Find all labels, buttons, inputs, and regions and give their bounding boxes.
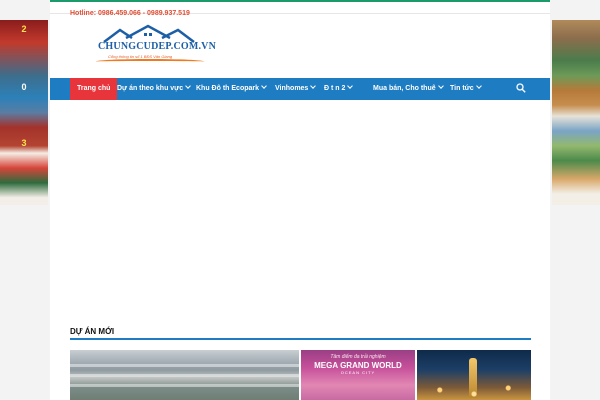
logo-swoosh xyxy=(96,59,204,64)
right-side-banner[interactable] xyxy=(552,20,600,205)
building-row xyxy=(70,364,299,367)
page: 2 0 3 Hotline: 0986.459.066 - 0989.937.5… xyxy=(0,0,600,400)
building-row xyxy=(70,384,299,387)
building-row xyxy=(70,374,299,377)
nav-item-ecopark[interactable]: Khu Đô th Ecopark xyxy=(196,78,267,100)
thumbnail-title: MEGA GRAND WORLD xyxy=(314,361,402,370)
nav-item-projects-by-area[interactable]: Dự án theo khu vực xyxy=(117,78,191,100)
nav-item-label: Tin tức xyxy=(450,85,474,92)
banner-number: 0 xyxy=(21,82,27,92)
nav-item-home[interactable]: Trang chủ xyxy=(70,78,118,100)
thumbnail-script-text: Tâm điểm đa trải nghiệm xyxy=(330,354,386,360)
chevron-down-icon xyxy=(475,83,482,89)
section-divider xyxy=(70,338,531,340)
logo-text: CHUNGCUDEP.COM.VN xyxy=(98,41,217,52)
nav-item-label: Dự án theo khu vực xyxy=(117,85,184,92)
ad-placeholder-area xyxy=(50,100,550,320)
nav-item-label: Trang chủ xyxy=(77,85,111,92)
chevron-down-icon xyxy=(310,83,317,89)
chevron-down-icon xyxy=(347,83,354,89)
section-title: DỰ ÁN MỚI xyxy=(70,327,115,336)
nav-item-label: Đ t n 2 xyxy=(324,85,346,92)
banner-number: 2 xyxy=(21,24,27,34)
top-bar: Hotline: 0986.459.066 - 0989.937.519 xyxy=(50,0,550,17)
project-thumbnail-aerial[interactable] xyxy=(70,350,299,400)
nav-item-label: Vinhomes xyxy=(275,85,309,92)
main-navigation: Trang chủ Dự án theo khu vực Khu Đô th E… xyxy=(50,78,550,100)
nav-item-label: Khu Đô th Ecopark xyxy=(196,85,260,92)
chevron-down-icon xyxy=(185,83,191,89)
nav-item-buy-rent[interactable]: Mua bán, Cho thuê xyxy=(373,78,444,100)
site-logo[interactable]: CHUNGCUDEP.COM.VN Cổng thông tin số 1 BĐ… xyxy=(96,24,216,68)
hotline-text: Hotline: 0986.459.066 - 0989.937.519 xyxy=(70,10,190,17)
city-lights xyxy=(417,380,531,400)
project-thumbnail-night-statue[interactable] xyxy=(417,350,531,400)
chevron-down-icon xyxy=(437,83,444,89)
nav-item-news[interactable]: Tin tức xyxy=(450,78,482,100)
main-column: Hotline: 0986.459.066 - 0989.937.519 CHU… xyxy=(50,0,550,400)
nav-item-label: Mua bán, Cho thuê xyxy=(373,85,436,92)
project-thumbnail-mega-grand-world[interactable]: Tâm điểm đa trải nghiệm MEGA GRAND WORLD… xyxy=(301,350,415,400)
thumbnail-subtitle: OCEAN CITY xyxy=(340,370,376,375)
banner-number: 3 xyxy=(21,138,27,148)
nav-item-vinhomes[interactable]: Vinhomes xyxy=(275,78,317,100)
chevron-down-icon xyxy=(261,83,267,89)
search-icon[interactable] xyxy=(516,83,526,93)
left-side-banner[interactable]: 2 0 3 xyxy=(0,20,48,205)
nav-item-land[interactable]: Đ t n 2 xyxy=(324,78,354,100)
